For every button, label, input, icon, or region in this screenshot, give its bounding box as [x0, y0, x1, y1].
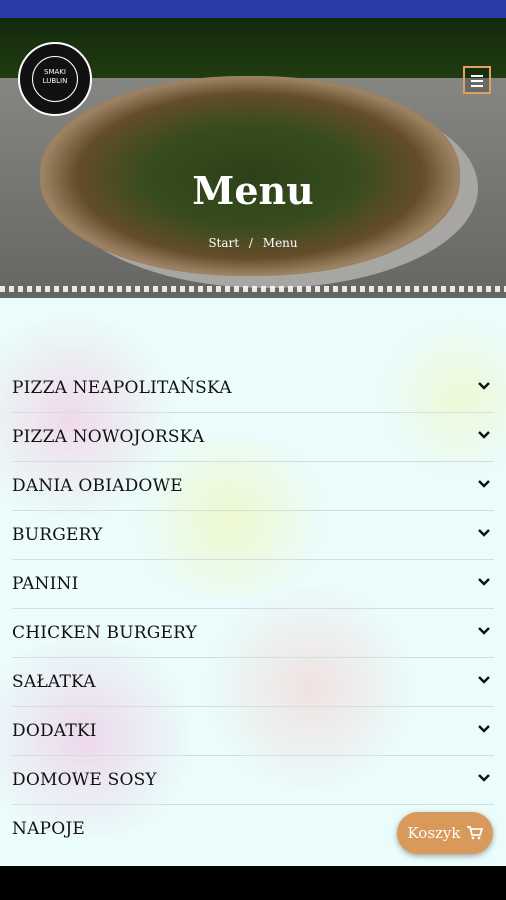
chevron-down-icon[interactable] — [478, 674, 490, 686]
system-nav-bar — [0, 866, 506, 900]
page-title: Menu — [192, 168, 314, 213]
breadcrumb-separator: / — [248, 236, 253, 250]
category-label: SAŁATKA — [12, 672, 96, 692]
cart-label: Koszyk — [407, 824, 461, 842]
cart-icon — [466, 826, 483, 840]
logo[interactable]: SMAKI LUBLIN — [18, 42, 92, 116]
category-label: PIZZA NOWOJORSKA — [12, 427, 205, 447]
category-item[interactable]: SAŁATKA — [12, 658, 494, 707]
category-item[interactable]: CHICKEN BURGERY — [12, 609, 494, 658]
category-label: DANIA OBIADOWE — [12, 476, 183, 496]
breadcrumb: Start / Menu — [0, 236, 506, 250]
chevron-down-icon[interactable] — [478, 527, 490, 539]
logo-text-2: LUBLIN — [42, 77, 68, 85]
category-item[interactable]: DANIA OBIADOWE — [12, 462, 494, 511]
logo-text-1: SMAKI — [44, 68, 66, 76]
category-label: BURGERY — [12, 525, 103, 545]
category-label: DOMOWE SOSY — [12, 770, 157, 790]
chevron-down-icon[interactable] — [478, 576, 490, 588]
chevron-down-icon[interactable] — [478, 429, 490, 441]
hamburger-menu-button[interactable] — [463, 66, 491, 94]
menu-content: PIZZA NEAPOLITAŃSKA PIZZA NOWOJORSKA DANIA… — [0, 298, 506, 866]
category-item[interactable]: PIZZA NOWOJORSKA — [12, 413, 494, 462]
breadcrumb-current: Menu — [262, 236, 298, 250]
category-item[interactable]: PIZZA NEAPOLITAŃSKA — [12, 364, 494, 413]
category-item[interactable]: PANINI — [12, 560, 494, 609]
category-label: PIZZA NEAPOLITAŃSKA — [12, 378, 232, 398]
chevron-down-icon[interactable] — [478, 625, 490, 637]
category-list: PIZZA NEAPOLITAŃSKA PIZZA NOWOJORSKA DANIA… — [12, 364, 494, 853]
chevron-down-icon[interactable] — [478, 380, 490, 392]
category-item[interactable]: DODATKI — [12, 707, 494, 756]
status-bar — [0, 0, 506, 18]
chevron-down-icon[interactable] — [478, 723, 490, 735]
breadcrumb-home[interactable]: Start — [208, 236, 239, 250]
chevron-down-icon[interactable] — [478, 772, 490, 784]
category-label: NAPOJE — [12, 819, 85, 839]
chevron-down-icon[interactable] — [478, 478, 490, 490]
hamburger-icon — [471, 75, 483, 77]
category-label: DODATKI — [12, 721, 97, 741]
category-item[interactable]: DOMOWE SOSY — [12, 756, 494, 805]
category-item[interactable]: BURGERY — [12, 511, 494, 560]
hero-divider — [0, 286, 506, 292]
cart-button[interactable]: Koszyk — [397, 812, 493, 854]
category-label: CHICKEN BURGERY — [12, 623, 198, 643]
category-label: PANINI — [12, 574, 79, 594]
